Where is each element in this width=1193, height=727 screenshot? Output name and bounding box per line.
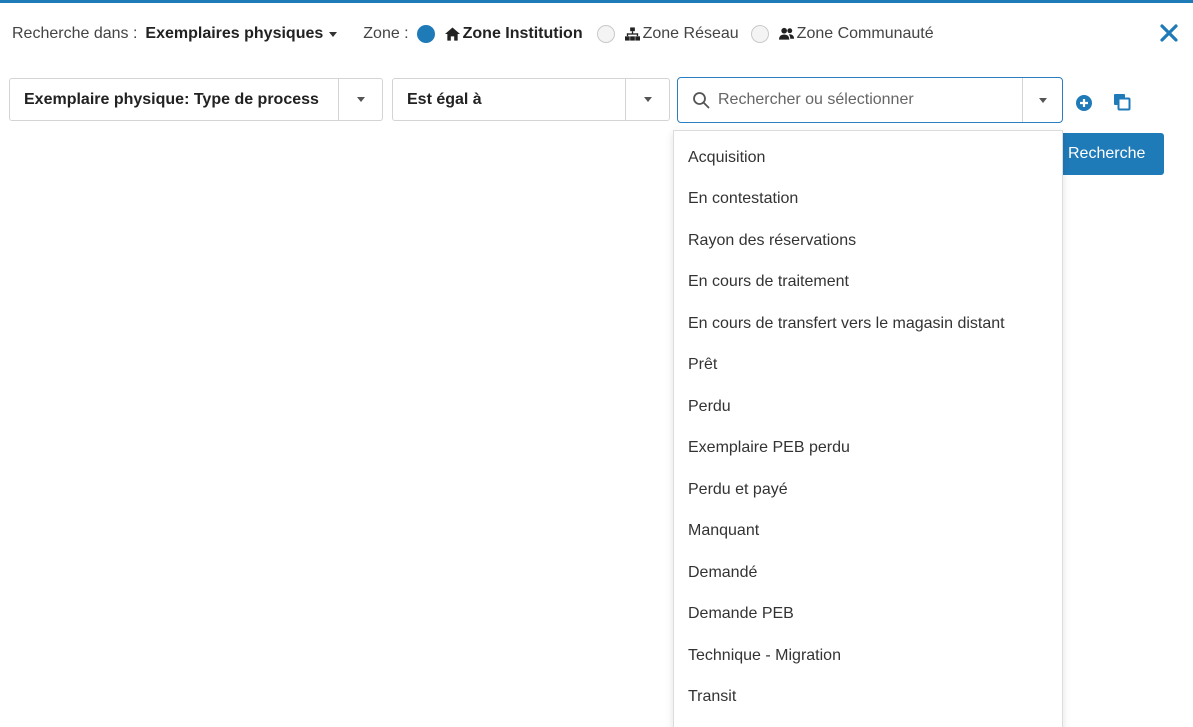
zone-network-radio[interactable]: Zone Réseau xyxy=(596,25,739,43)
dropdown-option[interactable]: Rayon des réservations xyxy=(674,220,1062,262)
zone-community-radio[interactable]: Zone Communauté xyxy=(750,25,934,43)
field-select-value: Exemplaire physique: Type de process xyxy=(24,90,319,108)
close-icon[interactable] xyxy=(1159,23,1179,43)
search-button[interactable]: Recherche xyxy=(1056,133,1164,175)
dropdown-option[interactable]: Transit xyxy=(674,677,1062,719)
dropdown-option[interactable]: Prêt xyxy=(674,345,1062,387)
dropdown-option[interactable]: Demande PEB xyxy=(674,594,1062,636)
dropdown-option[interactable]: Perdu xyxy=(674,386,1062,428)
field-select[interactable]: Exemplaire physique: Type de process xyxy=(9,78,383,121)
zone-institution-label: Zone Institution xyxy=(462,25,583,42)
search-icon xyxy=(693,92,710,109)
chevron-down-icon[interactable] xyxy=(1022,78,1062,122)
value-combobox[interactable] xyxy=(677,77,1063,123)
users-icon xyxy=(778,27,794,40)
search-scope-bar: Recherche dans : Exemplaires physiques Z… xyxy=(12,25,934,43)
radio-unselected-icon xyxy=(596,25,615,43)
value-search-input[interactable] xyxy=(710,91,1022,109)
zone-community-label: Zone Communauté xyxy=(796,25,934,42)
advanced-search-panel: Recherche dans : Exemplaires physiques Z… xyxy=(0,0,1193,727)
dropdown-option[interactable]: En cours de traitement xyxy=(674,262,1062,304)
options-list: Acquisition En contestation Rayon des rése… xyxy=(674,137,1062,718)
dropdown-option[interactable]: Exemplaire PEB perdu xyxy=(674,428,1062,470)
operator-select[interactable]: Est égal à xyxy=(392,78,670,121)
search-in-label: Recherche dans : xyxy=(12,25,138,42)
dropdown-option[interactable]: En contestation xyxy=(674,179,1062,221)
copy-icon[interactable] xyxy=(1113,93,1131,111)
dropdown-option[interactable]: Acquisition xyxy=(674,137,1062,179)
radio-selected-icon xyxy=(416,25,435,43)
dropdown-option[interactable]: Technique - Migration xyxy=(674,635,1062,677)
chevron-down-icon xyxy=(625,79,669,120)
zone-label: Zone : xyxy=(363,25,409,42)
dropdown-option[interactable]: En cours de transfert vers le magasin di… xyxy=(674,303,1062,345)
operator-select-value: Est égal à xyxy=(407,90,482,108)
radio-unselected-icon xyxy=(750,25,769,43)
add-condition-icon[interactable] xyxy=(1076,95,1092,111)
network-icon xyxy=(624,27,640,41)
dropdown-option[interactable]: Manquant xyxy=(674,511,1062,553)
scope-dropdown[interactable]: Exemplaires physiques xyxy=(145,25,338,43)
scope-label: Exemplaires physiques xyxy=(145,25,324,42)
value-options-dropdown: Acquisition En contestation Rayon des rése… xyxy=(673,130,1063,727)
zone-network-label: Zone Réseau xyxy=(642,25,739,42)
dropdown-option[interactable]: Perdu et payé xyxy=(674,469,1062,511)
dropdown-option[interactable]: Demandé xyxy=(674,552,1062,594)
chevron-down-icon xyxy=(338,79,382,120)
home-icon xyxy=(444,27,460,41)
zone-institution-radio[interactable]: Zone Institution xyxy=(416,25,583,43)
caret-down-icon xyxy=(329,31,338,37)
